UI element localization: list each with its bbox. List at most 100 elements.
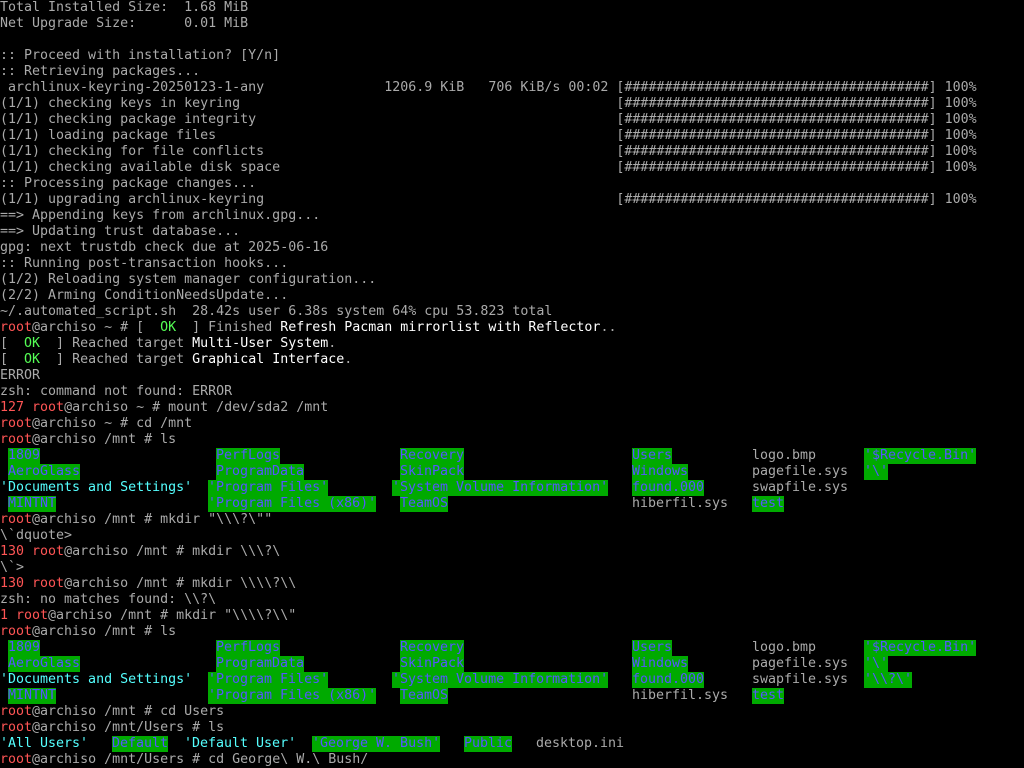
terminal-line: 127 root@archiso ~ # mount /dev/sda2 /mn…: [0, 400, 1024, 416]
terminal-text: root: [0, 720, 33, 735]
ls-entry: 'Default User': [184, 736, 297, 751]
terminal-line: 1809 PerfLogs Recovery Users logo.bmp '$Recyc…: [0, 640, 1024, 656]
terminal-line: \`>: [0, 560, 1024, 576]
terminal-text: \`>: [0, 560, 25, 575]
terminal-text: \`dquote>: [0, 528, 73, 543]
ls-entry: SkinPack: [400, 656, 465, 672]
ls-entry: hiberfil.sys: [632, 496, 729, 511]
ls-entry: Recovery: [400, 448, 465, 464]
terminal-text: 1: [0, 608, 17, 623]
terminal-line: root@archiso /mnt/Users # cd George\ W.\…: [0, 752, 1024, 768]
ls-entry: 'Program Files (x86)': [208, 496, 377, 512]
ls-entry: 'System Volume Information': [392, 672, 609, 688]
terminal-text: @archiso ~ # mount /dev/sda2 /mnt: [64, 400, 329, 415]
terminal-text: zsh: command not found: ERROR: [0, 384, 233, 399]
terminal-line: MINTNT 'Program Files (x86)' TeamOS hiberfi…: [0, 496, 1024, 512]
ls-entry: '\': [864, 656, 889, 672]
ls-entry: found.000: [632, 672, 705, 688]
terminal-line: (1/1) checking for file conflicts [#####…: [0, 144, 1024, 160]
terminal-line: \`dquote>: [0, 528, 1024, 544]
ls-entry: MINTNT: [8, 496, 57, 512]
ls-entry: 'George W. Bush': [312, 736, 441, 752]
terminal-text: (1/1) checking keys in keyring [########…: [0, 96, 977, 111]
ls-entry: TeamOS: [400, 688, 449, 704]
terminal-text: ==> Appending keys from archlinux.gpg...: [0, 208, 321, 223]
ls-entry: pagefile.sys: [752, 464, 849, 479]
terminal-screen[interactable]: Total Installed Size: 1.68 MiB Net Upgrad…: [0, 0, 1024, 768]
ls-entry: swapfile.sys: [752, 480, 849, 495]
terminal-text: root: [0, 752, 33, 767]
terminal-line: ==> Appending keys from archlinux.gpg...: [0, 208, 1024, 224]
terminal-line: 1809 PerfLogs Recovery Users logo.bmp '$Recyc…: [0, 448, 1024, 464]
terminal-text: root: [32, 400, 65, 415]
ls-entry: 'Documents and Settings': [0, 480, 193, 495]
ls-entry: 'Documents and Settings': [0, 672, 193, 687]
terminal-line: AeroGlass ProgramData SkinPack Windows pagef…: [0, 656, 1024, 672]
terminal-line: (1/1) checking package integrity [######…: [0, 112, 1024, 128]
ls-entry: found.000: [632, 480, 705, 496]
terminal-line: (2/2) Arming ConditionNeedsUpdate...: [0, 288, 1024, 304]
ls-entry: swapfile.sys: [752, 672, 849, 687]
terminal-line: AeroGlass ProgramData SkinPack Windows pagef…: [0, 464, 1024, 480]
terminal-text: .: [344, 352, 353, 367]
terminal-line: ~/.automated_script.sh 28.42s user 6.38s…: [0, 304, 1024, 320]
ls-entry: PerfLogs: [216, 448, 281, 464]
terminal-text: Graphical Interface: [192, 352, 345, 367]
terminal-text: (1/1) loading package files [###########…: [0, 128, 977, 143]
terminal-text: @archiso /mnt # mkdir \\\?\: [64, 544, 281, 559]
ls-entry: PerfLogs: [216, 640, 281, 656]
terminal-text: :: Running post-transaction hooks...: [0, 256, 289, 271]
terminal-line: [ OK ] Reached target Multi-User System.: [0, 336, 1024, 352]
terminal-text: ERROR: [0, 368, 41, 383]
terminal-line: (1/1) checking keys in keyring [########…: [0, 96, 1024, 112]
terminal-line: zsh: command not found: ERROR: [0, 384, 1024, 400]
terminal-text: zsh: no matches found: \\?\: [0, 592, 217, 607]
terminal-line: :: Processing package changes...: [0, 176, 1024, 192]
terminal-text: :: Retrieving packages...: [0, 64, 201, 79]
terminal-text: gpg: next trustdb check due at 2025-06-1…: [0, 240, 329, 255]
terminal-text: root: [0, 320, 33, 335]
terminal-text: OK: [24, 336, 41, 351]
ls-entry: test: [752, 496, 785, 512]
terminal-text: 130: [0, 544, 33, 559]
ls-entry: AeroGlass: [8, 464, 81, 480]
terminal-text: (1/1) checking for file conflicts [#####…: [0, 144, 977, 159]
terminal-line: Net Upgrade Size: 0.01 MiB: [0, 16, 1024, 32]
ls-entry: 1809: [8, 640, 41, 656]
terminal-line: (1/1) loading package files [###########…: [0, 128, 1024, 144]
terminal-text: ] Reached target: [40, 352, 193, 367]
terminal-text: root: [32, 576, 65, 591]
ls-entry: Recovery: [400, 640, 465, 656]
ls-entry: logo.bmp: [752, 640, 817, 655]
ls-entry: SkinPack: [400, 464, 465, 480]
ls-entry: 'Program Files (x86)': [208, 688, 377, 704]
terminal-text: Refresh Pacman mirrorlist with Reflector: [280, 320, 601, 335]
terminal-line: gpg: next trustdb check due at 2025-06-1…: [0, 240, 1024, 256]
ls-entry: 'System Volume Information': [392, 480, 609, 496]
terminal-text: (1/1) upgrading archlinux-keyring [#####…: [0, 192, 977, 207]
terminal-line: :: Proceed with installation? [Y/n]: [0, 48, 1024, 64]
terminal-text: @archiso /mnt # mkdir "\\\?\"": [32, 512, 273, 527]
ls-entry: '\': [864, 464, 889, 480]
terminal-line: (1/1) upgrading archlinux-keyring [#####…: [0, 192, 1024, 208]
terminal-text: @archiso /mnt # mkdir "\\\\?\\": [48, 608, 297, 623]
terminal-line: root@archiso ~ # cd /mnt: [0, 416, 1024, 432]
terminal-text: root: [16, 608, 49, 623]
ls-entry: Users: [632, 640, 673, 656]
terminal-text: 127: [0, 400, 33, 415]
terminal-line: 130 root@archiso /mnt # mkdir \\\?\: [0, 544, 1024, 560]
terminal-text: @archiso /mnt # mkdir \\\\?\\: [64, 576, 297, 591]
terminal-text: Total Installed Size: 1.68 MiB: [0, 0, 249, 15]
terminal-text: ] Finished: [176, 320, 281, 335]
terminal-line: root@archiso /mnt # ls: [0, 624, 1024, 640]
ls-entry: hiberfil.sys: [632, 688, 729, 703]
terminal-text: ==> Updating trust database...: [0, 224, 241, 239]
terminal-line: 1 root@archiso /mnt # mkdir "\\\\?\\": [0, 608, 1024, 624]
ls-entry: test: [752, 688, 785, 704]
ls-entry: desktop.ini: [536, 736, 625, 751]
terminal-text: ~/.automated_script.sh 28.42s user 6.38s…: [0, 304, 553, 319]
ls-entry: logo.bmp: [752, 448, 817, 463]
terminal-text: @archiso /mnt/Users # ls: [32, 720, 225, 735]
terminal-line: root@archiso /mnt # mkdir "\\\?\"": [0, 512, 1024, 528]
